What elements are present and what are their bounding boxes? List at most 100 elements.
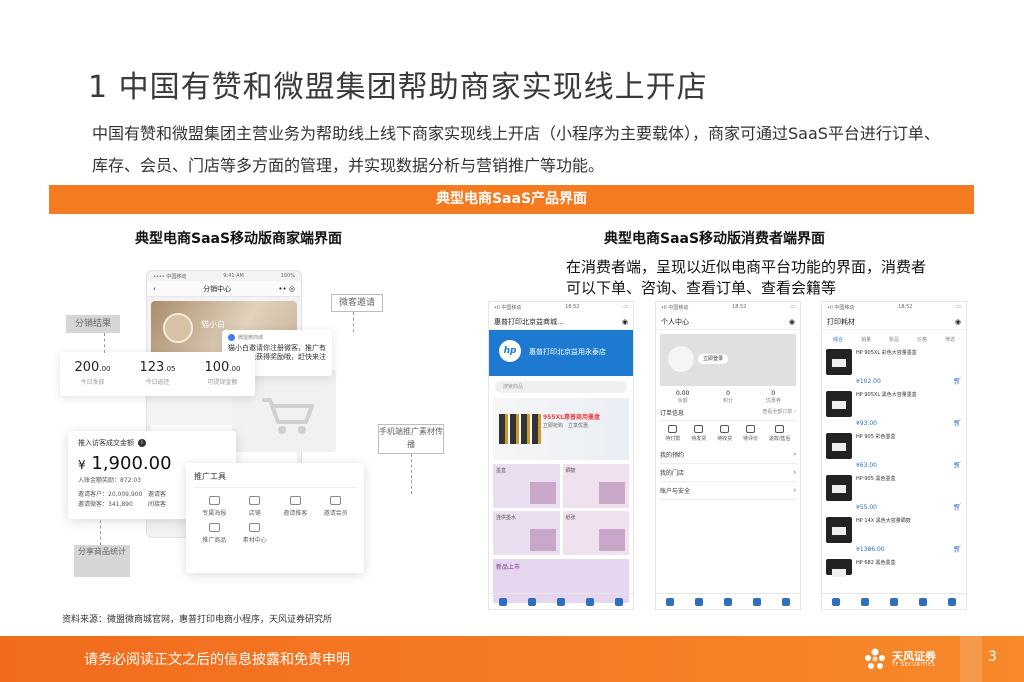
view-all-orders-link[interactable]: 查看全部订单 › <box>762 408 796 417</box>
tool-store[interactable]: 店铺 <box>235 496 276 517</box>
tab-search-icon[interactable] <box>723 597 732 606</box>
promo-tools-card: 推广工具 专属海报 店铺 邀请推客 邀请会员 推广商品 素材中心 <box>186 463 364 573</box>
filter-tab[interactable]: 价格 <box>917 336 927 343</box>
footer-accent-block <box>960 636 982 682</box>
stat-coupons[interactable]: 0 优惠券 <box>751 390 796 404</box>
back-icon[interactable]: ‹ <box>153 285 156 293</box>
tab-cart-icon[interactable] <box>918 597 927 606</box>
tab-search-icon[interactable] <box>889 597 898 606</box>
tab-category-icon[interactable] <box>695 597 704 606</box>
category-tile[interactable]: 纸张 <box>562 511 629 555</box>
product-name: HP 14X 黑色大容量硒鼓 <box>856 518 911 524</box>
callout-invite-weike: 微客邀请 <box>331 294 383 312</box>
filter-tab[interactable]: 新品 <box>889 336 899 343</box>
category-tile[interactable]: 墨盒 <box>493 464 560 508</box>
menu-item-appointments[interactable]: 我的预约 › <box>660 446 796 464</box>
stat-today-issued: 200.00 今日发放 <box>60 352 125 396</box>
add-to-cart-icon[interactable]: 🛒︎ <box>953 545 962 553</box>
order-label: 待收货 <box>717 436 733 442</box>
product-item[interactable]: HP 905 黑色墨盒 ¥55.00 🛒︎ <box>826 473 962 515</box>
filter-tab[interactable]: 销量 <box>861 336 871 343</box>
tab-bar <box>656 593 800 609</box>
more-icon[interactable]: •• ◎ <box>278 285 295 293</box>
product-item[interactable]: HP 905 彩色墨盒 ¥63.00 🛒︎ <box>826 431 962 473</box>
row-left: 邀请客户：20,009,900 <box>78 491 143 498</box>
order-pending-receive[interactable]: 待收货 <box>717 425 732 442</box>
chevron-right-icon: › <box>793 487 796 494</box>
tab-home-icon[interactable] <box>666 597 675 606</box>
tab-search-icon[interactable] <box>556 597 565 606</box>
product-item[interactable]: HP 14X 黑色大容量硒鼓 ¥1386.00 🛒︎ <box>826 515 962 557</box>
menu-item-my-stores[interactable]: 我的门店 › <box>660 464 796 482</box>
tool-invite-promoter[interactable]: 邀请推客 <box>275 496 316 517</box>
category-tile[interactable]: 硒鼓 <box>562 464 629 508</box>
tab-home-icon[interactable] <box>832 597 841 606</box>
filter-tab[interactable]: 综合 <box>833 336 843 343</box>
product-item[interactable]: HP 905XL 黑色大容量墨盒 ¥93.00 🛒︎ <box>826 389 962 431</box>
tool-material-center[interactable]: 素材中心 <box>235 523 276 544</box>
close-icon[interactable]: ◉ <box>955 318 961 326</box>
order-label: 退款/售后 <box>768 436 791 442</box>
tool-invite-member[interactable]: 邀请会员 <box>316 496 357 517</box>
phone-status-bar: •ll 中国移动 18:52 ▭ <box>489 302 633 314</box>
nav-title: 惠普打印北京益商城… <box>494 317 564 326</box>
notification-app: 微盟微商城 <box>238 335 264 341</box>
tab-user-icon[interactable] <box>947 597 956 606</box>
box-icon <box>694 425 704 433</box>
order-title: 订单信息 <box>660 410 685 417</box>
product-item[interactable]: HP 905XL 彩色大容量墨盒 ¥102.00 🛒︎ <box>826 347 962 389</box>
close-icon[interactable]: ◉ <box>622 318 628 326</box>
status-time: 18:52 <box>732 304 747 310</box>
search-input[interactable]: 搜索商品 <box>495 381 627 393</box>
tab-user-icon[interactable] <box>781 597 790 606</box>
order-section-header: 订单信息 查看全部订单 › <box>660 408 796 421</box>
category-tile[interactable]: 连供墨水 <box>493 511 560 555</box>
tool-promo-goods[interactable]: 推广商品 <box>194 523 235 544</box>
truck-icon <box>720 425 730 433</box>
add-to-cart-icon[interactable]: 🛒︎ <box>953 377 962 385</box>
tool-poster[interactable]: 专属海报 <box>194 496 235 517</box>
tab-cart-icon[interactable] <box>585 597 594 606</box>
info-icon[interactable]: i <box>138 439 146 447</box>
stat-value: 100 <box>204 360 230 375</box>
merchant-subtitle: 典型电商SaaS移动版商家端界面 <box>135 231 343 247</box>
callout-leader <box>411 454 412 494</box>
battery-icon: ▭ <box>956 304 961 310</box>
tab-cart-icon[interactable] <box>752 597 761 606</box>
product-price: ¥1386.00 <box>856 546 885 553</box>
order-pending-ship[interactable]: 待发货 <box>691 425 706 442</box>
order-pending-payment[interactable]: 待付款 <box>665 425 680 442</box>
add-to-cart-icon[interactable]: 🛒︎ <box>953 503 962 511</box>
close-icon[interactable]: ◉ <box>789 318 795 326</box>
nav-title: 分销中心 <box>203 284 232 293</box>
income-title: 推入访客成交金额 <box>78 439 134 447</box>
add-to-cart-icon[interactable]: 🛒︎ <box>953 419 962 427</box>
tab-category-icon[interactable] <box>861 597 870 606</box>
tool-label: 店铺 <box>248 510 261 517</box>
mail-icon <box>289 496 301 505</box>
stat-value: 123 <box>139 360 165 375</box>
order-label: 待发货 <box>691 436 707 442</box>
stat-points[interactable]: 0 积分 <box>705 390 750 404</box>
product-item[interactable]: HP 682 黑色墨盒 <box>826 557 962 579</box>
order-pending-review[interactable]: 待评价 <box>743 425 758 442</box>
callout-share-stats: 分享商品统计 <box>74 545 130 577</box>
stat-value: 0.00 <box>675 390 690 397</box>
stat-withdrawable: 100.00 可提现金额 <box>190 352 255 396</box>
login-button[interactable]: 立即登录 <box>698 354 728 364</box>
source-note: 资料来源：微盟微商城官网，惠普打印电商小程序，天风证券研究所 <box>62 615 333 625</box>
tab-home-icon[interactable] <box>499 597 508 606</box>
filter-tab[interactable]: 筛选 <box>945 336 955 343</box>
tab-user-icon[interactable] <box>614 597 623 606</box>
stat-balance[interactable]: 0.00 余额 <box>660 390 705 404</box>
consumer-subtitle: 典型电商SaaS移动版消费者端界面 <box>604 231 826 247</box>
add-to-cart-icon[interactable]: 🛒︎ <box>953 461 962 469</box>
logo-subtitle: TF SECURITIES <box>892 662 936 668</box>
order-refund[interactable]: 退款/售后 <box>769 425 791 442</box>
product-image <box>826 391 852 417</box>
menu-label: 我的预约 <box>660 452 685 459</box>
gift-icon <box>208 523 220 532</box>
menu-item-account-security[interactable]: 账户与安全 › <box>660 482 796 500</box>
promo-banner[interactable]: 955XL惠普商用墨盒 立即抢购 立享优惠 <box>493 398 629 460</box>
tab-category-icon[interactable] <box>528 597 537 606</box>
